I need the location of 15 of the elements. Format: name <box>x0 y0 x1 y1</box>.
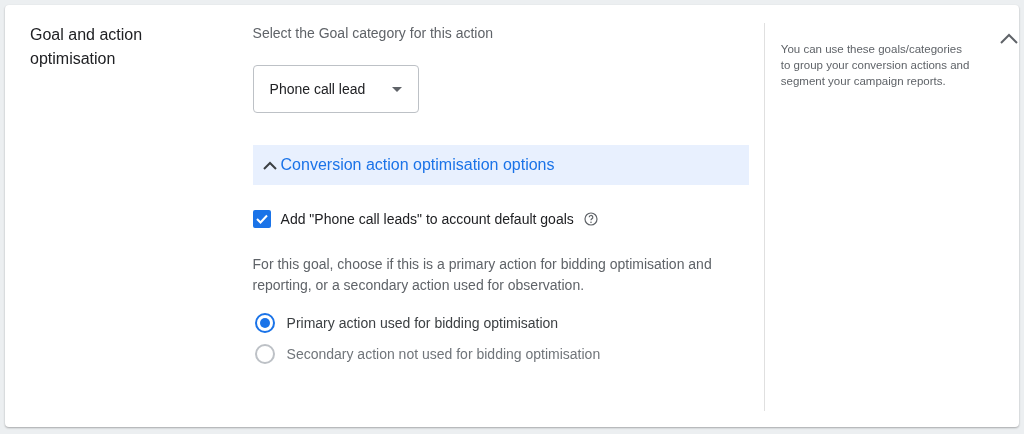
radio-label: Secondary action not used for bidding optimisation <box>286 346 601 362</box>
dropdown-caret-icon <box>391 86 402 92</box>
goal-category-prompt: Select the Goal category for this action <box>252 24 494 43</box>
section-title: Goal and action optimisation <box>30 25 144 69</box>
goal-description: For this goal, choose if this is a primary action for bidding optimisation and reporting, or a secondary action used for observation. <box>252 255 713 295</box>
checkbox-label: Add "Phone call leads" to account default goals <box>280 211 574 227</box>
chevron-icon <box>262 160 277 170</box>
help-text: You can use these goals/categories to group your conversion actions and segment your campaign reports. <box>780 42 971 89</box>
goal-category-dropdown[interactable]: Phone call lead <box>252 65 419 113</box>
radio-button[interactable] <box>254 344 275 364</box>
radio-button[interactable] <box>254 313 275 333</box>
optimisation-options-header[interactable]: Conversion action optimisation options <box>252 145 749 185</box>
radio-label: Primary action used for bidding optimisation <box>286 315 559 331</box>
checkbox[interactable] <box>252 210 271 228</box>
help-icon[interactable] <box>583 212 598 226</box>
